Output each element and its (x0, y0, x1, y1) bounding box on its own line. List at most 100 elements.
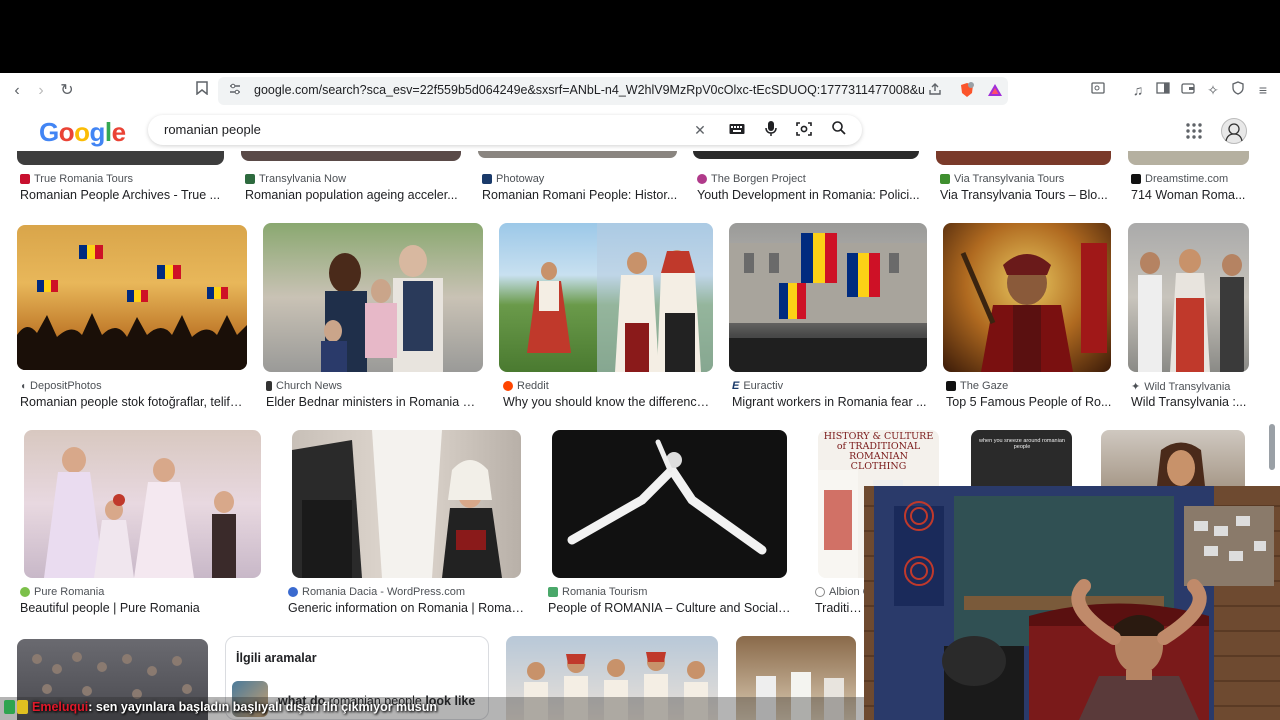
result-title[interactable]: Why you should know the difference... (503, 395, 713, 409)
result-source[interactable]: True Romania Tours (20, 173, 230, 185)
result-title[interactable]: Via Transylvania Tours – Blo... (940, 188, 1115, 202)
result-title[interactable]: Generic information on Romania | Romani.… (288, 601, 526, 615)
result-source[interactable]: ◖ DepositPhotos (20, 380, 245, 392)
share-icon[interactable] (926, 82, 944, 100)
image-thumbnail[interactable] (936, 151, 1111, 165)
forward-icon[interactable]: › (31, 81, 51, 101)
bookmark-icon[interactable] (192, 81, 212, 101)
reader-mode-icon[interactable] (1089, 81, 1107, 99)
url-text: google.com/search?sca_esv=22f559b5d06424… (254, 83, 924, 97)
chat-username: Emeluqui (32, 700, 89, 714)
image-thumbnail[interactable] (693, 151, 919, 159)
search-icon[interactable] (830, 121, 848, 139)
image-thumbnail[interactable] (17, 225, 247, 370)
result-source[interactable]: Albion C (815, 586, 864, 598)
menu-icon[interactable]: ≡ (1254, 81, 1272, 99)
address-bar[interactable]: google.com/search?sca_esv=22f559b5d06424… (218, 77, 1008, 105)
result-title[interactable]: Romanian Romani People: Histor... (482, 188, 682, 202)
sidebar-icon[interactable] (1154, 81, 1172, 99)
image-thumbnail[interactable] (17, 151, 224, 165)
apps-grid-icon[interactable] (1186, 123, 1202, 139)
result-title[interactable]: Romanian population ageing acceler... (245, 188, 465, 202)
favicon-icon (697, 174, 707, 184)
google-logo[interactable]: Google (39, 117, 126, 148)
lens-icon[interactable] (795, 121, 813, 139)
result-title[interactable]: 714 Woman Roma... (1131, 188, 1256, 202)
result-title[interactable]: Wild Transylvania :... (1131, 395, 1256, 409)
result-source[interactable]: Reddit (503, 380, 713, 392)
related-searches-heading: İlgili aramalar (236, 651, 317, 665)
browser-toolbar: ‹ › ↻ google.com/search?sca_esv=22f559b5… (0, 73, 1280, 109)
result-title[interactable]: Top 5 Famous People of Ro... (946, 395, 1116, 409)
clear-icon[interactable]: ✕ (691, 121, 709, 139)
search-input[interactable] (164, 122, 664, 137)
leo-ai-icon[interactable]: ✧ (1204, 81, 1222, 99)
image-thumbnail[interactable] (552, 430, 787, 578)
result-source[interactable]: The Gaze (946, 380, 1116, 392)
favicon-icon (20, 174, 30, 184)
image-thumbnail[interactable] (1128, 223, 1249, 372)
image-thumbnail[interactable] (292, 430, 521, 578)
result-source[interactable]: The Borgen Project (697, 173, 922, 185)
site-settings-icon[interactable] (226, 82, 244, 100)
badge-icon (4, 700, 15, 714)
microphone-icon[interactable] (762, 121, 780, 139)
top-black-band (0, 0, 1280, 73)
favicon-icon (482, 174, 492, 184)
result-source[interactable]: Pure Romania (20, 586, 260, 598)
vpn-icon[interactable] (1229, 81, 1247, 99)
account-avatar[interactable] (1221, 118, 1247, 144)
back-icon[interactable]: ‹ (7, 81, 27, 101)
result-source[interactable]: Transylvania Now (245, 173, 465, 185)
favicon-icon (266, 381, 272, 391)
result-title[interactable]: Beautiful people | Pure Romania (20, 601, 260, 615)
result-title[interactable]: Migrant workers in Romania fear ... (732, 395, 927, 409)
favicon-icon (245, 174, 255, 184)
favicon-icon (815, 587, 825, 597)
result-title[interactable]: Romanian people stok fotoğraflar, telifs… (20, 395, 245, 409)
result-source[interactable]: Via Transylvania Tours (940, 173, 1115, 185)
image-thumbnail[interactable] (478, 151, 677, 158)
brave-shields-icon[interactable] (958, 82, 976, 100)
webcam-overlay (864, 486, 1280, 720)
chat-message: Emeluqui: sen yayınlara başladın başlıya… (32, 700, 437, 714)
image-thumbnail[interactable] (241, 151, 461, 161)
image-thumbnail[interactable] (729, 223, 927, 372)
favicon-icon (946, 381, 956, 391)
stream-chat-bar: Emeluqui: sen yayınlara başladın başlıya… (0, 697, 864, 720)
result-source[interactable]: Romania Dacia - WordPress.com (288, 586, 526, 598)
result-source[interactable]: Romania Tourism (548, 586, 793, 598)
euractiv-icon: E (732, 380, 740, 392)
wallet-icon[interactable] (1179, 81, 1197, 99)
image-thumbnail[interactable] (24, 430, 261, 578)
result-title[interactable]: Traditiona (815, 601, 864, 615)
image-thumbnail[interactable] (1101, 430, 1245, 486)
result-source[interactable]: Church News (266, 380, 481, 392)
badge-icon (17, 700, 28, 714)
result-title[interactable]: Elder Bednar ministers in Romania – ... (266, 395, 481, 409)
brave-rewards-icon[interactable] (986, 82, 1004, 100)
favicon-icon (1131, 174, 1141, 184)
reddit-icon (503, 381, 513, 391)
search-box[interactable]: ✕ (148, 115, 862, 145)
result-source[interactable]: Dreamstime.com (1131, 173, 1256, 185)
result-source[interactable]: ✦ Wild Transylvania (1131, 380, 1256, 394)
result-title[interactable]: Romanian People Archives - True ... (20, 188, 230, 202)
page-scrollbar[interactable] (1269, 424, 1275, 470)
wordpress-icon (288, 587, 298, 597)
image-thumbnail[interactable] (499, 223, 713, 372)
result-title[interactable]: People of ROMANIA – Culture and Social L… (548, 601, 793, 615)
chat-message-text: : sen yayınlara başladın başlıyalı dışar… (88, 700, 438, 714)
reload-icon[interactable]: ↻ (57, 81, 77, 101)
result-source[interactable]: Photoway (482, 173, 682, 185)
keyboard-icon[interactable] (728, 121, 746, 139)
media-icon[interactable]: ♫ (1129, 81, 1147, 99)
image-thumbnail[interactable]: when you sneeze around romanian people (971, 430, 1072, 486)
image-thumbnail[interactable] (263, 223, 483, 372)
result-source[interactable]: E Euractiv (732, 380, 927, 392)
image-thumbnail[interactable] (943, 223, 1111, 372)
result-title[interactable]: Youth Development in Romania: Polici... (697, 188, 922, 202)
paw-icon: ✦ (1131, 381, 1141, 393)
favicon-icon (548, 587, 558, 597)
image-thumbnail[interactable] (1128, 151, 1249, 165)
